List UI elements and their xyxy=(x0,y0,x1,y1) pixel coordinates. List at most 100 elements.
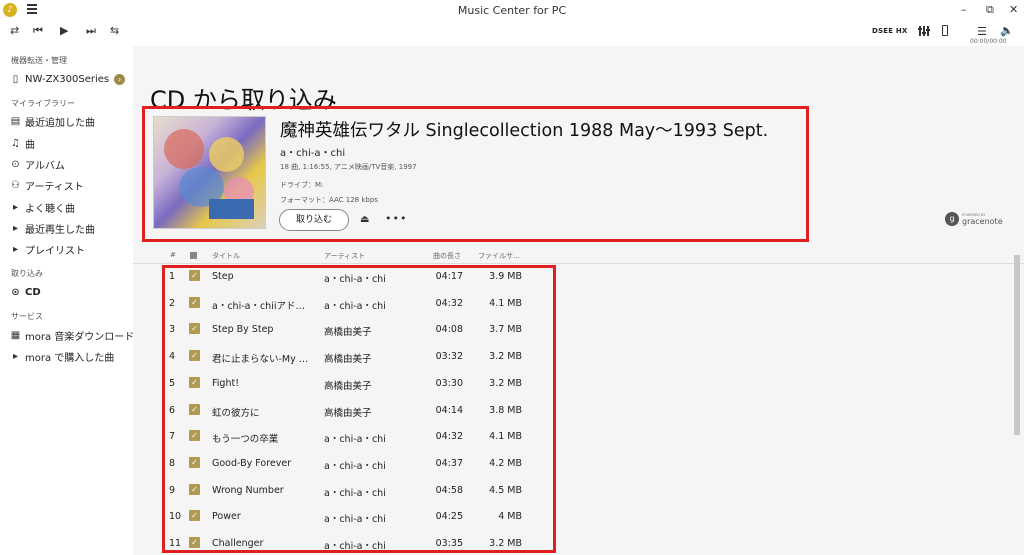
track-artist: 高橋由美子 xyxy=(324,327,372,339)
track-artist: a・chi-a・chi xyxy=(324,274,386,285)
track-size: 3.8 MB xyxy=(489,404,522,416)
track-checkbox[interactable]: ✓ xyxy=(189,376,200,388)
track-checkbox[interactable]: ✓ xyxy=(189,350,200,362)
previous-icon[interactable]: ⏮ xyxy=(33,24,43,38)
shuffle-icon[interactable]: ⇆ xyxy=(110,24,119,37)
close-button[interactable]: ✕ xyxy=(1009,3,1018,16)
chevron-right-icon[interactable]: › xyxy=(114,73,126,85)
track-size: 3.2 MB xyxy=(489,377,522,389)
sidebar-item-recently-added[interactable]: ▤ 最近追加した曲 xyxy=(9,112,95,130)
scrollbar[interactable] xyxy=(1014,255,1020,435)
player-toolbar: ⇄ ⏮ ▶ ⏭ ⇆ DSEE HX ☰ 🔈 00:00/00:00 xyxy=(0,20,1024,46)
window-title: Music Center for PC xyxy=(457,4,567,17)
device-icon[interactable] xyxy=(942,25,948,36)
table-row[interactable]: 6 虹の彼方に 高橋由美子 04:14 3.8 MB ✓ xyxy=(133,397,1024,424)
track-checkbox[interactable]: ✓ xyxy=(189,483,200,495)
title-bar: ♪ Music Center for PC – ⧉ ✕ xyxy=(0,0,1024,20)
table-row[interactable]: 10 Power a・chi-a・chi 04:25 4 MB ✓ xyxy=(133,503,1024,530)
music-note-icon: ♫ xyxy=(11,137,20,149)
track-length: 04:25 xyxy=(435,511,463,523)
track-number: 9 xyxy=(169,484,176,496)
track-checkbox[interactable]: ✓ xyxy=(189,510,200,522)
header-artist[interactable]: アーティスト xyxy=(324,251,365,261)
track-artist: a・chi-a・chi xyxy=(324,541,386,552)
sidebar-item-label: 最近再生した曲 xyxy=(25,224,95,236)
device-name: NW-ZX300Series xyxy=(25,73,110,85)
track-length: 04:17 xyxy=(435,271,463,282)
track-title: Fight! xyxy=(212,377,239,389)
header-size[interactable]: ファイルサ… xyxy=(478,251,520,261)
sidebar-item-label: よく聴く曲 xyxy=(25,203,75,215)
dsee-hx-button[interactable]: DSEE HX xyxy=(872,27,908,35)
mora-icon: ▦ xyxy=(10,329,21,341)
phone-icon: ▯ xyxy=(12,73,19,85)
track-artist: a・chi-a・chi xyxy=(324,434,386,446)
track-title: a・chi-a・chiiアド… xyxy=(212,300,305,312)
playlist-icon[interactable]: ☰ xyxy=(977,25,987,38)
sidebar-item-artists[interactable]: ⚇ アーティスト xyxy=(9,176,84,194)
repeat-icon[interactable]: ⇄ xyxy=(10,24,19,37)
header-length[interactable]: 曲の長さ xyxy=(433,251,461,261)
sidebar-item-label: 曲 xyxy=(25,139,35,151)
header-num[interactable]: # xyxy=(170,251,176,259)
person-icon: ⚇ xyxy=(11,179,20,191)
track-checkbox[interactable]: ✓ xyxy=(189,270,200,281)
next-icon[interactable]: ⏭ xyxy=(86,24,96,38)
eject-icon[interactable]: ⏏ xyxy=(360,214,369,225)
cd-icon: ⊙ xyxy=(11,286,20,298)
sidebar-item-recently-played[interactable]: ▸ 最近再生した曲 xyxy=(9,219,95,237)
service-section-heading: サービス xyxy=(11,312,43,321)
volume-icon[interactable]: 🔈 xyxy=(1000,24,1014,37)
play-icon[interactable]: ▶ xyxy=(60,24,68,37)
table-row[interactable]: 11 Challenger a・chi-a・chi 03:35 3.2 MB ✓ xyxy=(133,530,1024,555)
more-options-icon[interactable]: ••• xyxy=(385,212,407,225)
album-title: 魔神英雄伝ワタル Singlecollection 1988 May～1993 … xyxy=(280,121,769,141)
header-title[interactable]: タイトル xyxy=(212,251,240,261)
table-row[interactable]: 7 もう一つの卒業 a・chi-a・chi 04:32 4.1 MB ✓ xyxy=(133,423,1024,450)
sidebar-item-albums[interactable]: ⊙ アルバム xyxy=(9,155,65,173)
track-checkbox[interactable]: ✓ xyxy=(189,537,200,548)
track-title: Step By Step xyxy=(212,324,274,336)
album-cover xyxy=(153,116,266,229)
track-length: 03:32 xyxy=(435,351,463,363)
track-length: 04:32 xyxy=(435,297,463,309)
album-cover-label xyxy=(209,199,254,219)
sidebar-item-playlists[interactable]: ▸ プレイリスト xyxy=(9,240,85,258)
import-section-heading: 取り込み xyxy=(11,269,43,278)
track-length: 04:58 xyxy=(435,484,463,496)
table-row[interactable]: 3 Step By Step 高橋由美子 04:08 3.7 MB ✓ xyxy=(133,316,1024,343)
track-checkbox[interactable]: ✓ xyxy=(189,456,200,468)
table-row[interactable]: 8 Good-By Forever a・chi-a・chi 04:37 4.2 MB ✓ xyxy=(133,450,1024,477)
sidebar-item-songs[interactable]: ♫ 曲 xyxy=(9,134,35,152)
track-checkbox[interactable]: ✓ xyxy=(189,323,200,335)
sidebar-item-cd[interactable]: ⊙ CD xyxy=(9,283,40,301)
select-all-checkbox[interactable] xyxy=(190,252,197,259)
track-number: 4 xyxy=(169,351,176,363)
track-checkbox[interactable]: ✓ xyxy=(189,296,200,308)
track-size: 3.2 MB xyxy=(489,538,522,549)
table-row[interactable]: 4 君に止まらない-My … 高橋由美子 03:32 3.2 MB ✓ xyxy=(133,343,1024,370)
track-number: 1 xyxy=(169,271,176,282)
sidebar-item-label: アルバム xyxy=(25,160,65,172)
track-size: 3.9 MB xyxy=(489,271,522,282)
track-size: 4.1 MB xyxy=(489,297,522,309)
table-row[interactable]: 9 Wrong Number a・chi-a・chi 04:58 4.5 MB ✓ xyxy=(133,477,1024,504)
minimize-button[interactable]: – xyxy=(961,3,967,16)
sidebar-item-frequently-played[interactable]: ▸ よく聴く曲 xyxy=(9,198,75,216)
restore-button[interactable]: ⧉ xyxy=(986,3,994,17)
equalizer-icon[interactable] xyxy=(918,26,930,36)
track-artist: a・chi-a・chi xyxy=(324,514,386,526)
track-checkbox[interactable]: ✓ xyxy=(189,403,200,415)
import-button[interactable]: 取り込む xyxy=(279,209,349,231)
track-length: 04:14 xyxy=(435,404,463,416)
sidebar-item-mora-purchased[interactable]: ▸ mora で購入した曲 xyxy=(9,347,114,365)
sidebar-item-mora-download[interactable]: ▦ mora 音楽ダウンロード xyxy=(9,326,135,344)
track-checkbox[interactable]: ✓ xyxy=(189,430,200,442)
sidebar-item-device[interactable]: ▯ NW-ZX300Series › xyxy=(9,70,126,88)
track-length: 03:35 xyxy=(435,538,463,549)
table-row[interactable]: 1 Step a・chi-a・chi 04:17 3.9 MB ✓ xyxy=(133,263,1024,290)
table-row[interactable]: 2 a・chi-a・chiiアド… a・chi-a・chi 04:32 4.1 MB ✓ xyxy=(133,290,1024,317)
table-row[interactable]: 5 Fight! 高橋由美子 03:30 3.2 MB ✓ xyxy=(133,370,1024,397)
track-title: 君に止まらない-My … xyxy=(212,354,309,366)
track-number: 2 xyxy=(169,297,176,309)
